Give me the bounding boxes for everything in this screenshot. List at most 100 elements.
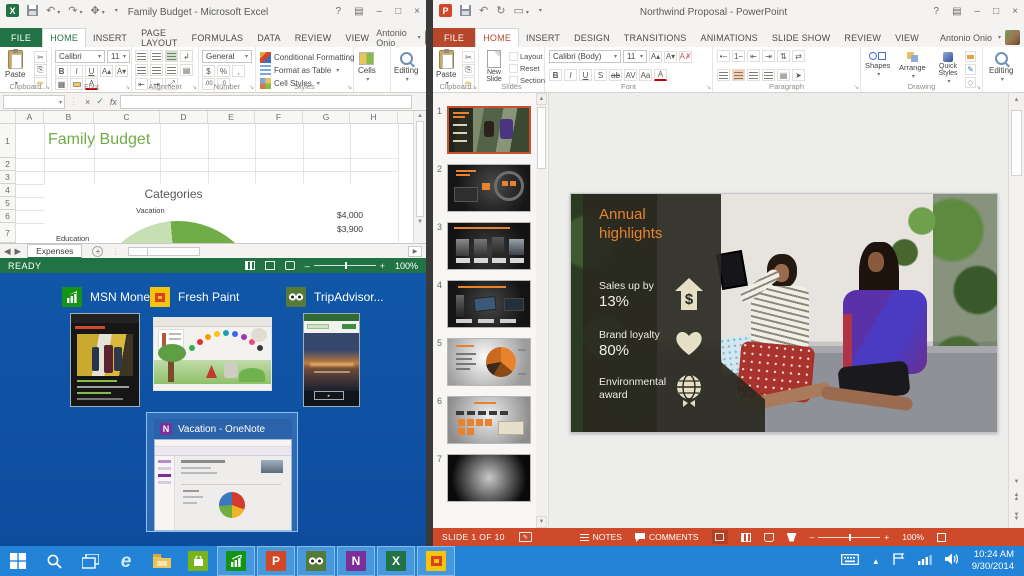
scrollbar-thumb[interactable] [416, 121, 424, 217]
shape-outline-button[interactable]: ✎ [965, 64, 976, 75]
increase-indent-button[interactable]: ⇥ [762, 50, 775, 62]
page-layout-view-icon[interactable] [265, 261, 275, 270]
account-menu[interactable]: Antonio Onio▾ [940, 28, 1024, 47]
row-header-2[interactable]: 2 [0, 158, 16, 171]
taskbar-msn-money-icon[interactable] [217, 546, 255, 576]
maximize-button[interactable]: □ [993, 6, 999, 17]
taskbar-onenote-icon[interactable]: N [337, 546, 375, 576]
row-header-3[interactable]: 3 [0, 171, 16, 184]
help-button[interactable]: ? [336, 6, 342, 17]
slide-thumbnail-7[interactable] [447, 454, 531, 502]
row-header-5[interactable]: 5 [0, 197, 16, 210]
tab-formulas[interactable]: FORMULAS [185, 28, 251, 47]
shadow-button[interactable]: S [594, 69, 607, 81]
align-left-button[interactable] [717, 69, 730, 81]
layout-button[interactable]: Layout [509, 52, 543, 61]
editing-button[interactable]: Editing ▾ [989, 52, 1013, 83]
excel-zoom-level[interactable]: 100% [395, 261, 418, 271]
tab-insert[interactable]: INSERT [86, 28, 134, 47]
slide-heading[interactable]: Annual highlights [599, 206, 699, 244]
scrollbar-thumb[interactable] [537, 107, 546, 169]
new-slide-button[interactable]: New Slide [481, 50, 507, 83]
scroll-down-icon[interactable]: ▼ [414, 219, 426, 225]
line-spacing-button[interactable]: ⇅ [777, 50, 790, 62]
tab-page-layout[interactable]: PAGE LAYOUT [134, 28, 185, 47]
comments-button[interactable]: COMMENTS [635, 532, 699, 542]
normal-view-icon[interactable] [245, 261, 255, 270]
dialog-launcher-icon[interactable]: ↘ [706, 84, 711, 91]
smartart-convert-button[interactable]: ➤ [792, 69, 805, 81]
slide-thumbnail-3[interactable] [447, 222, 531, 270]
formula-input[interactable] [120, 95, 412, 109]
reading-view-icon[interactable] [764, 533, 774, 542]
search-button[interactable] [36, 546, 72, 576]
store-icon[interactable] [180, 546, 216, 576]
cancel-icon[interactable]: × [85, 97, 90, 107]
cells-button[interactable]: Cells ▾ [358, 52, 376, 83]
close-button[interactable]: × [414, 6, 420, 17]
zoom-in-icon[interactable]: + [380, 261, 385, 271]
notes-button[interactable]: NOTES [580, 532, 622, 542]
ppt-vertical-scrollbar[interactable]: ▲ ▼ ▲▲ ▼▼ [1008, 93, 1024, 528]
strikethrough-button[interactable]: ab [609, 69, 622, 81]
undo-icon[interactable]: ↶ [479, 4, 488, 17]
next-slide-button[interactable]: ▼▼ [1009, 510, 1024, 526]
format-as-table-button[interactable]: Format as Table▾ [260, 64, 339, 76]
fit-slide-icon[interactable] [937, 533, 946, 542]
tab-view[interactable]: VIEW [338, 28, 376, 47]
zoom-out-icon[interactable]: – [305, 261, 310, 271]
align-bottom-button[interactable] [165, 50, 178, 62]
clear-formatting-button[interactable]: A✗ [679, 51, 692, 63]
snap-app-fresh-paint[interactable]: Fresh Paint [150, 287, 239, 307]
font-name-select[interactable]: Calibri (Body)▾ [549, 50, 621, 63]
scroll-down-icon[interactable]: ▼ [1009, 475, 1024, 488]
taskbar-clock[interactable]: 10:24 AM 9/30/2014 [972, 549, 1014, 573]
h-scroll-left-track[interactable] [128, 247, 148, 256]
snap-divider[interactable] [426, 0, 433, 546]
scrollbar-thumb[interactable] [1011, 110, 1022, 176]
italic-button[interactable]: I [564, 69, 577, 81]
underline-button[interactable]: U [85, 65, 98, 77]
dialog-launcher-icon[interactable]: ↘ [976, 84, 981, 91]
numbering-button[interactable]: 1− [732, 50, 745, 62]
start-button[interactable] [0, 546, 36, 576]
insert-function-icon[interactable]: fx [110, 97, 117, 107]
account-menu[interactable]: Antonio Onio▾ [376, 28, 426, 47]
volume-icon[interactable] [945, 552, 959, 570]
select-all-corner[interactable] [0, 111, 16, 124]
col-header-g[interactable]: G [303, 111, 350, 124]
bold-button[interactable]: B [549, 69, 562, 81]
font-color-button[interactable]: A [654, 69, 667, 81]
slide-canvas[interactable]: Annual highlights Sales up by 13% $ Bran… [570, 193, 998, 433]
row-header-1[interactable]: 1 [0, 124, 16, 158]
tab-file[interactable]: FILE [433, 28, 475, 47]
bullets-button[interactable]: •− [717, 50, 730, 62]
maximize-button[interactable]: □ [395, 6, 401, 17]
dialog-launcher-icon[interactable]: ↘ [249, 84, 254, 91]
save-icon[interactable] [27, 5, 38, 16]
zoom-out-icon[interactable]: – [810, 532, 815, 542]
taskbar-excel-icon[interactable]: X [377, 546, 415, 576]
slideshow-view-icon[interactable] [787, 533, 797, 542]
slide-item-sales[interactable]: Sales up by 13% [599, 280, 679, 310]
internet-explorer-icon[interactable]: e [108, 546, 144, 576]
zoom-slider[interactable]: – + [810, 532, 890, 542]
bold-button[interactable]: B [55, 65, 68, 77]
ppt-zoom-level[interactable]: 100% [902, 532, 924, 542]
tab-design[interactable]: DESIGN [567, 28, 617, 47]
accounting-format-button[interactable]: $ [202, 65, 215, 77]
zoom-slider[interactable]: – + [305, 261, 385, 271]
arrange-button[interactable]: Arrange ▾ [899, 52, 926, 80]
tab-file[interactable]: FILE [0, 28, 42, 47]
page-break-view-icon[interactable] [285, 261, 295, 270]
tab-insert[interactable]: INSERT [519, 28, 567, 47]
col-header-f[interactable]: F [255, 111, 303, 124]
file-explorer-icon[interactable] [144, 546, 180, 576]
number-format-select[interactable]: General▾ [202, 50, 252, 63]
sheet-prev-icon[interactable]: ◀ [4, 246, 11, 257]
conditional-formatting-button[interactable]: Conditional Formatting▾ [260, 51, 363, 63]
cell-g6[interactable]: $4,000 [303, 210, 363, 220]
excel-grid[interactable]: A B C D E F G H 1 2 3 4 5 6 7 [0, 111, 413, 243]
col-header-c[interactable]: C [94, 111, 160, 124]
col-header-h[interactable]: H [350, 111, 398, 124]
